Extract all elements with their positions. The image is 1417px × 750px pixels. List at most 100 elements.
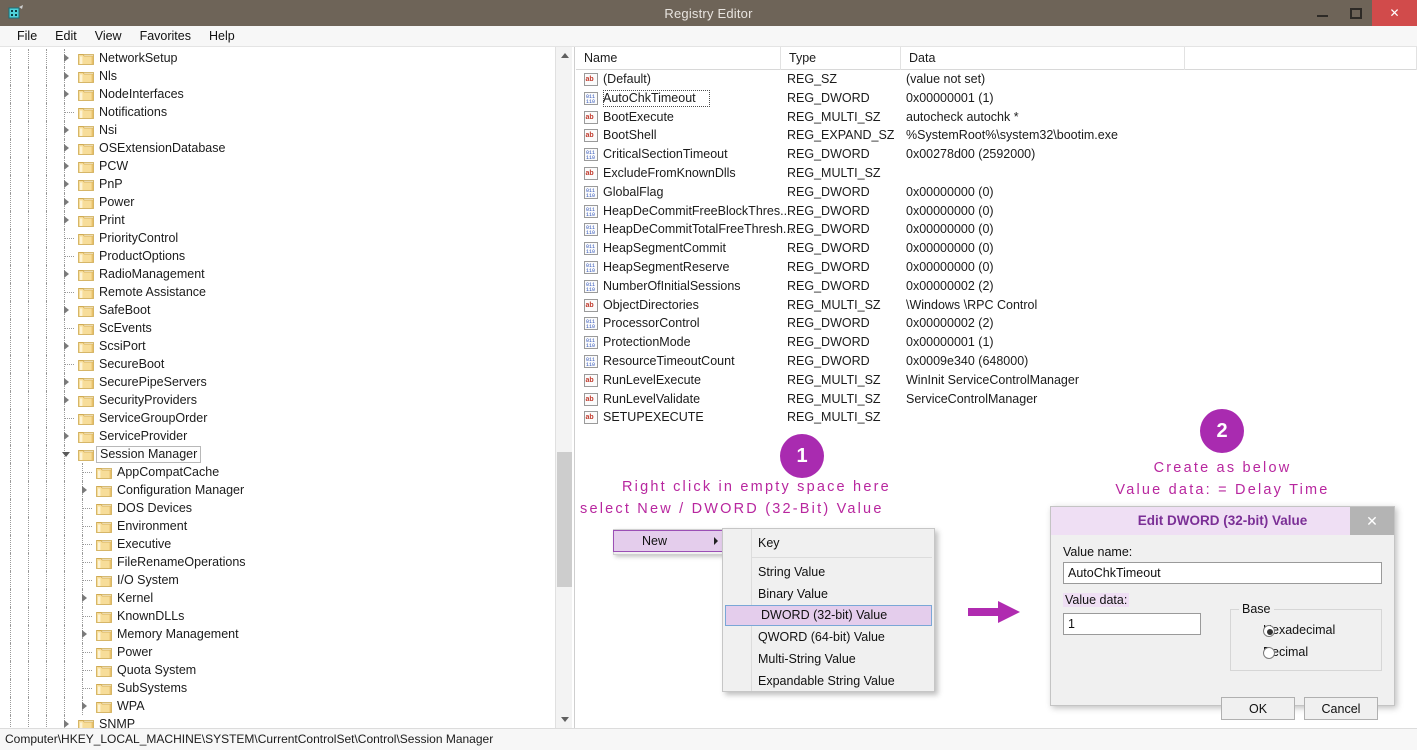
scroll-down-arrow-icon[interactable] xyxy=(556,711,572,728)
tree-item-power[interactable]: Power xyxy=(0,643,572,661)
tree-expand-arrow-collapsed-icon[interactable] xyxy=(62,89,72,99)
tree-expand-arrow-collapsed-icon[interactable] xyxy=(62,215,72,225)
table-row[interactable]: 011 110 AutoChkTimeout REG_DWORD 0x00000001 … xyxy=(576,89,1417,108)
tree-item-securepipeservers[interactable]: SecurePipeServers xyxy=(0,373,572,391)
tree-expand-arrow-collapsed-icon[interactable] xyxy=(80,593,90,603)
registry-values-list[interactable]: ab (Default) REG_SZ (value not set) 011 110 Au… xyxy=(576,70,1417,427)
value-name-input[interactable]: AutoChkTimeout xyxy=(1063,562,1382,584)
tree-item-i-o-system[interactable]: I/O System xyxy=(0,571,572,589)
column-header-blank[interactable] xyxy=(1185,47,1417,70)
column-header-name[interactable]: Name xyxy=(576,47,781,70)
submenu-item-string-value[interactable]: String Value xyxy=(723,561,934,583)
tree-item-snmp[interactable]: SNMP xyxy=(0,715,572,728)
tree-expand-arrow-collapsed-icon[interactable] xyxy=(80,629,90,639)
table-row[interactable]: ab (Default) REG_SZ (value not set) xyxy=(576,70,1417,89)
maximize-button[interactable] xyxy=(1339,0,1372,26)
table-row[interactable]: 011 110 GlobalFlag REG_DWORD 0x00000000 (0) xyxy=(576,183,1417,202)
tree-item-session-manager[interactable]: Session Manager xyxy=(0,445,572,463)
tree-item-executive[interactable]: Executive xyxy=(0,535,572,553)
tree-expand-arrow-collapsed-icon[interactable] xyxy=(62,395,72,405)
new-submenu[interactable]: Key String Value Binary Value DWORD (32-bit… xyxy=(722,528,935,692)
tree-expand-arrow-collapsed-icon[interactable] xyxy=(62,431,72,441)
tree-item-networksetup[interactable]: NetworkSetup xyxy=(0,49,572,67)
tree-item-osextensiondatabase[interactable]: OSExtensionDatabase xyxy=(0,139,572,157)
table-row[interactable]: 011 110 HeapSegmentReserve REG_DWORD 0x00000… xyxy=(576,258,1417,277)
table-row[interactable]: ab BootExecute REG_MULTI_SZ autocheck autoc… xyxy=(576,108,1417,127)
tree-item-knowndlls[interactable]: KnownDLLs xyxy=(0,607,572,625)
tree-item-environment[interactable]: Environment xyxy=(0,517,572,535)
ok-button[interactable]: OK xyxy=(1221,697,1295,720)
tree-item-pnp[interactable]: PnP xyxy=(0,175,572,193)
submenu-item-binary-value[interactable]: Binary Value xyxy=(723,583,934,605)
tree-expand-arrow-collapsed-icon[interactable] xyxy=(62,719,72,728)
tree-item-pcw[interactable]: PCW xyxy=(0,157,572,175)
table-row[interactable]: ab RunLevelExecute REG_MULTI_SZ WinInit Ser… xyxy=(576,371,1417,390)
dialog-close-button[interactable]: ✕ xyxy=(1350,507,1394,535)
base-option-decimal[interactable]: Decimal xyxy=(1245,645,1308,659)
tree-item-servicegrouporder[interactable]: ServiceGroupOrder xyxy=(0,409,572,427)
minimize-button[interactable] xyxy=(1306,0,1339,26)
table-row[interactable]: 011 110 ProtectionMode REG_DWORD 0x00000001 … xyxy=(576,333,1417,352)
table-row[interactable]: ab BootShell REG_EXPAND_SZ %SystemRoot%\sys… xyxy=(576,126,1417,145)
tree-expand-arrow-collapsed-icon[interactable] xyxy=(62,197,72,207)
tree-item-kernel[interactable]: Kernel xyxy=(0,589,572,607)
registry-tree-pane[interactable]: NetworkSetup Nls NodeInterfaces Notificatio… xyxy=(0,47,572,728)
tree-item-wpa[interactable]: WPA xyxy=(0,697,572,715)
tree-item-nls[interactable]: Nls xyxy=(0,67,572,85)
tree-item-notifications[interactable]: Notifications xyxy=(0,103,572,121)
tree-scrollbar[interactable] xyxy=(555,47,572,728)
menu-item-file[interactable]: File xyxy=(8,27,46,45)
base-option-hexadecimal[interactable]: Hexadecimal xyxy=(1245,623,1335,637)
tree-expand-arrow-collapsed-icon[interactable] xyxy=(80,701,90,711)
tree-expand-arrow-collapsed-icon[interactable] xyxy=(62,125,72,135)
tree-expand-arrow-collapsed-icon[interactable] xyxy=(62,53,72,63)
submenu-item-qword-64-bit-value[interactable]: QWORD (64-bit) Value xyxy=(723,626,934,648)
tree-expand-arrow-collapsed-icon[interactable] xyxy=(62,341,72,351)
tree-expand-arrow-collapsed-icon[interactable] xyxy=(62,143,72,153)
tree-item-serviceprovider[interactable]: ServiceProvider xyxy=(0,427,572,445)
tree-expand-arrow-collapsed-icon[interactable] xyxy=(62,305,72,315)
tree-item-memory-management[interactable]: Memory Management xyxy=(0,625,572,643)
tree-item-nsi[interactable]: Nsi xyxy=(0,121,572,139)
tree-item-subsystems[interactable]: SubSystems xyxy=(0,679,572,697)
tree-item-power[interactable]: Power xyxy=(0,193,572,211)
menu-item-view[interactable]: View xyxy=(86,27,131,45)
tree-item-scevents[interactable]: ScEvents xyxy=(0,319,572,337)
tree-item-print[interactable]: Print xyxy=(0,211,572,229)
table-row[interactable]: ab RunLevelValidate REG_MULTI_SZ ServiceCon… xyxy=(576,390,1417,409)
close-button[interactable]: ✕ xyxy=(1372,0,1417,26)
table-row[interactable]: ab SETUPEXECUTE REG_MULTI_SZ xyxy=(576,408,1417,427)
tree-item-productoptions[interactable]: ProductOptions xyxy=(0,247,572,265)
submenu-item-key[interactable]: Key xyxy=(723,532,934,554)
tree-item-securityproviders[interactable]: SecurityProviders xyxy=(0,391,572,409)
context-menu-item-new[interactable]: New xyxy=(613,530,728,552)
tree-item-remote-assistance[interactable]: Remote Assistance xyxy=(0,283,572,301)
column-header-type[interactable]: Type xyxy=(781,47,901,70)
tree-item-quota-system[interactable]: Quota System xyxy=(0,661,572,679)
submenu-item-expandable-string-value[interactable]: Expandable String Value xyxy=(723,670,934,692)
pane-splitter[interactable] xyxy=(572,47,575,728)
table-row[interactable]: 011 110 CriticalSectionTimeout REG_DWORD 0x0… xyxy=(576,145,1417,164)
edit-dword-dialog[interactable]: Edit DWORD (32-bit) Value ✕ Value name: … xyxy=(1050,506,1395,720)
scroll-up-arrow-icon[interactable] xyxy=(556,47,572,64)
tree-item-scsiport[interactable]: ScsiPort xyxy=(0,337,572,355)
table-row[interactable]: 011 110 ProcessorControl REG_DWORD 0x0000000… xyxy=(576,314,1417,333)
table-row[interactable]: 011 110 NumberOfInitialSessions REG_DWORD 0x… xyxy=(576,277,1417,296)
value-data-input[interactable]: 1 xyxy=(1063,613,1201,635)
tree-item-nodeinterfaces[interactable]: NodeInterfaces xyxy=(0,85,572,103)
menu-item-help[interactable]: Help xyxy=(200,27,244,45)
tree-expand-arrow-collapsed-icon[interactable] xyxy=(62,179,72,189)
table-row[interactable]: 011 110 HeapDeCommitTotalFreeThresh... REG_… xyxy=(576,220,1417,239)
submenu-item-dword-32-bit-value[interactable]: DWORD (32-bit) Value xyxy=(725,605,932,626)
tree-expand-arrow-collapsed-icon[interactable] xyxy=(62,161,72,171)
table-row[interactable]: 011 110 ResourceTimeoutCount REG_DWORD 0x000… xyxy=(576,352,1417,371)
tree-item-filerenameoperations[interactable]: FileRenameOperations xyxy=(0,553,572,571)
tree-scrollbar-thumb[interactable] xyxy=(557,452,572,587)
cancel-button[interactable]: Cancel xyxy=(1304,697,1378,720)
tree-expand-arrow-expanded-icon[interactable] xyxy=(62,449,72,459)
menu-item-favorites[interactable]: Favorites xyxy=(131,27,200,45)
tree-expand-arrow-collapsed-icon[interactable] xyxy=(62,71,72,81)
tree-item-prioritycontrol[interactable]: PriorityControl xyxy=(0,229,572,247)
submenu-item-multi-string-value[interactable]: Multi-String Value xyxy=(723,648,934,670)
table-row[interactable]: 011 110 HeapSegmentCommit REG_DWORD 0x000000… xyxy=(576,239,1417,258)
